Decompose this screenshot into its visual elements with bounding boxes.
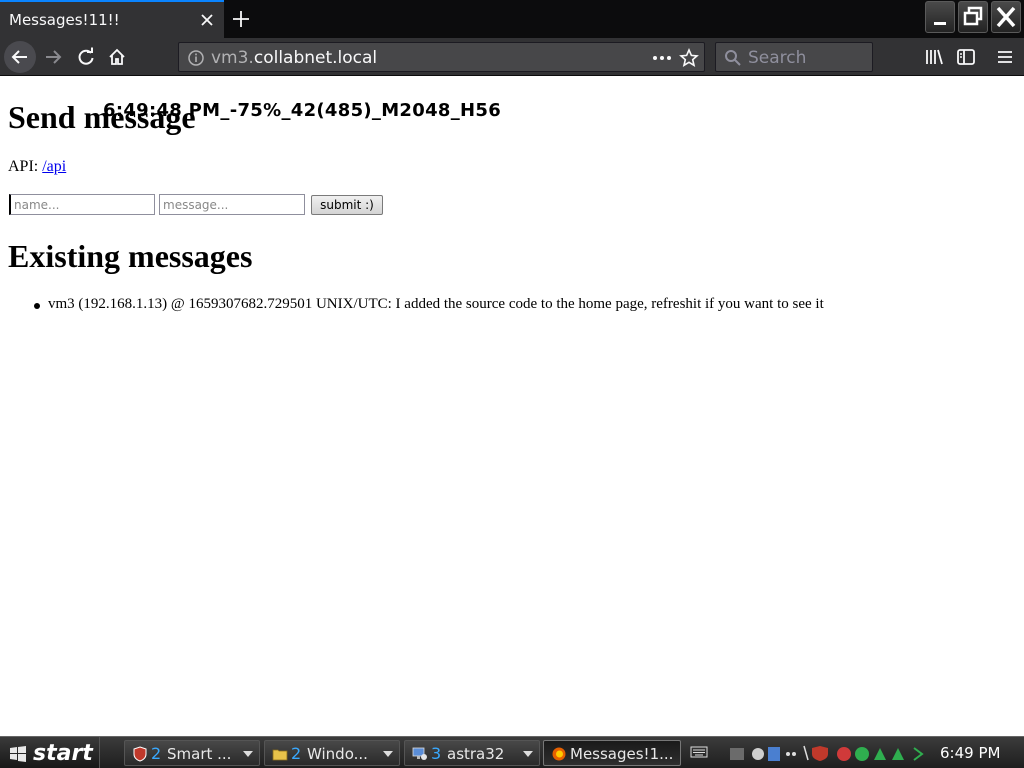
task-label: Windo... — [307, 745, 368, 763]
computer-icon — [412, 747, 427, 760]
chevron-down-icon — [243, 751, 253, 757]
tab-messages[interactable]: Messages!11!! — [0, 0, 224, 38]
start-button[interactable]: start — [0, 737, 100, 768]
close-window-icon — [996, 6, 1016, 28]
chevron-down-icon — [383, 751, 393, 757]
url-host: collabnet.local — [253, 48, 378, 68]
task-count: 2 — [291, 744, 302, 763]
home-button[interactable] — [101, 41, 133, 73]
info-icon[interactable] — [187, 49, 205, 67]
minimize-button[interactable] — [925, 1, 955, 33]
taskbar-clock: 6:49 PM — [940, 744, 1001, 762]
taskbar-group-astra32[interactable]: 3 astra32 — [404, 740, 540, 766]
search-bar[interactable]: Search — [715, 42, 873, 72]
maximize-button[interactable] — [958, 1, 988, 33]
tab-title: Messages!11!! — [9, 11, 120, 29]
api-label: API: — [8, 158, 39, 175]
forward-button[interactable] — [37, 41, 69, 73]
url-text: vm3.collabnet.local — [211, 48, 377, 68]
submit-button[interactable]: submit :) — [311, 195, 383, 215]
name-input[interactable]: name... — [9, 194, 155, 215]
address-bar[interactable]: vm3.collabnet.local — [178, 42, 705, 72]
message-text: vm3 (192.168.1.13) @ 1659307682.729501 U… — [48, 296, 824, 312]
back-button[interactable] — [4, 41, 36, 73]
minimize-icon — [934, 22, 946, 25]
system-tray-icons[interactable] — [728, 740, 930, 766]
url-prefix: vm3. — [211, 48, 254, 68]
keyboard-icon[interactable] — [690, 745, 708, 759]
list-item: vm3 (192.168.1.13) @ 1659307682.729501 U… — [34, 296, 824, 313]
close-window-button[interactable] — [991, 1, 1021, 33]
taskbar-group-smart[interactable]: 2 Smart ... — [124, 740, 260, 766]
firefox-icon — [552, 747, 566, 761]
message-input[interactable]: message... — [159, 194, 305, 215]
api-line: API: /api — [8, 158, 66, 176]
message-list: vm3 (192.168.1.13) @ 1659307682.729501 U… — [34, 296, 824, 313]
close-icon[interactable] — [197, 10, 217, 30]
task-count: 3 — [431, 744, 442, 763]
page-content: 6:49:48 PM_-75%_42(485)_M2048_H56 Send m… — [0, 77, 1024, 736]
back-arrow-icon — [11, 50, 27, 64]
tab-strip: Messages!11!! — [0, 0, 1024, 38]
forward-arrow-icon — [46, 50, 62, 64]
search-placeholder: Search — [748, 48, 807, 68]
task-label: astra32 — [447, 745, 505, 763]
overlay-timestamp: 6:49:48 PM_-75%_42(485)_M2048_H56 — [103, 100, 502, 121]
hamburger-menu-icon[interactable] — [992, 44, 1018, 70]
start-label: start — [33, 741, 93, 766]
search-icon — [725, 50, 741, 66]
navigation-toolbar: vm3.collabnet.local Search — [0, 38, 1024, 76]
page-actions-ellipsis-icon[interactable] — [651, 49, 673, 67]
new-tab-plus-icon[interactable] — [229, 7, 253, 31]
library-icon[interactable] — [921, 44, 947, 70]
task-label: Messages!1... — [570, 745, 674, 763]
home-icon — [109, 48, 125, 65]
folder-icon — [272, 749, 288, 761]
windows-flag-icon — [10, 746, 26, 762]
chevron-down-icon — [523, 751, 533, 757]
task-label: Smart ... — [167, 745, 232, 763]
reload-button[interactable] — [70, 41, 102, 73]
taskbar: start 2 Smart ... 2 Windo... 3 astra32 M… — [0, 736, 1024, 768]
existing-messages-heading: Existing messages — [8, 238, 253, 274]
shield-icon — [133, 746, 147, 762]
restore-icon — [963, 6, 983, 26]
bookmark-star-icon[interactable] — [679, 48, 699, 68]
taskbar-item-messages[interactable]: Messages!1... — [543, 740, 681, 766]
taskbar-group-windows[interactable]: 2 Windo... — [264, 740, 400, 766]
task-count: 2 — [151, 744, 162, 763]
sidebar-icon[interactable] — [953, 44, 979, 70]
api-link[interactable]: /api — [42, 158, 66, 175]
reload-icon — [78, 47, 94, 65]
bullet-icon — [34, 303, 40, 309]
